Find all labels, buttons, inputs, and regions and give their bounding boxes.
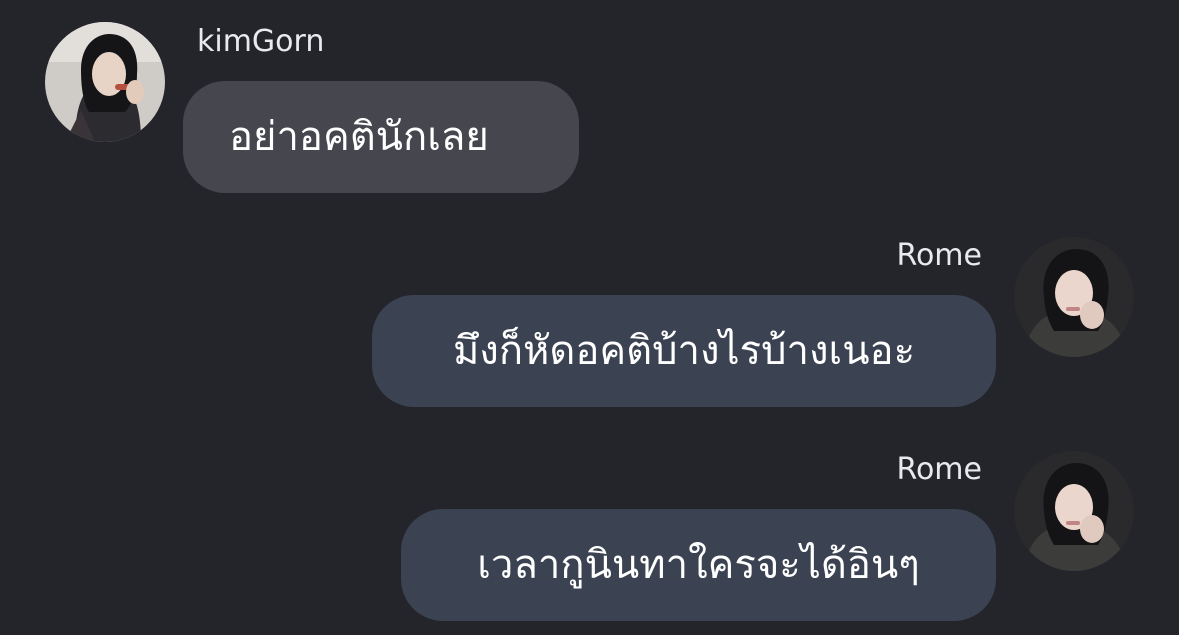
message-bubble[interactable]: มึงก็หัดอคติบ้างไรบ้างเนอะ bbox=[372, 295, 996, 407]
avatar-photo-rome bbox=[1014, 451, 1134, 571]
avatar-photo-rome bbox=[1014, 237, 1134, 357]
sender-name: kimGorn bbox=[197, 24, 325, 59]
message-text: มึงก็หัดอคติบ้างไรบ้างเนอะ bbox=[452, 328, 916, 374]
avatar[interactable] bbox=[45, 22, 165, 142]
sender-name: Rome bbox=[896, 238, 982, 273]
message-text: เวลากูนินทาใครจะได้อินๆ bbox=[477, 542, 920, 588]
chat-thread: kimGorn อย่าอคตินักเลย Rome มึงก็หัดอคติ… bbox=[0, 0, 1179, 635]
message-bubble[interactable]: เวลากูนินทาใครจะได้อินๆ bbox=[401, 509, 996, 621]
avatar[interactable] bbox=[1014, 451, 1134, 571]
message-bubble[interactable]: อย่าอคตินักเลย bbox=[183, 81, 579, 193]
avatar[interactable] bbox=[1014, 237, 1134, 357]
message-text: อย่าอคตินักเลย bbox=[229, 114, 489, 160]
avatar-photo-kimgorn bbox=[45, 22, 165, 142]
sender-name: Rome bbox=[896, 452, 982, 487]
